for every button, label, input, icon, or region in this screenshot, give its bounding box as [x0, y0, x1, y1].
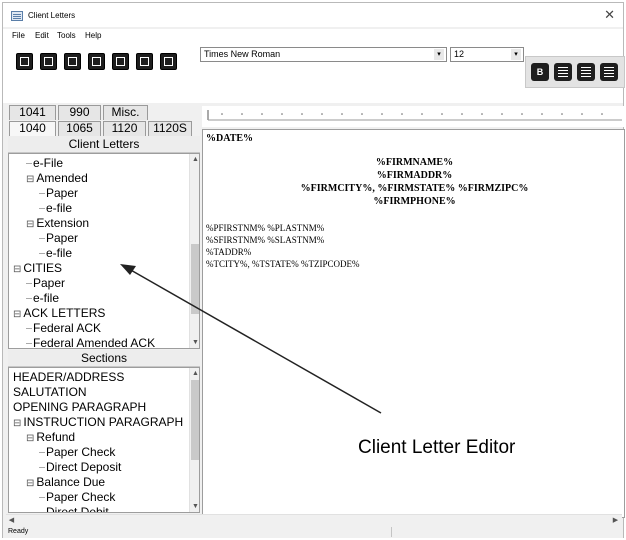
callout-arrow: [120, 264, 382, 414]
scroll-right-icon[interactable]: ▶: [610, 515, 621, 526]
status-bar: Ready: [3, 526, 623, 538]
horizontal-scrollbar[interactable]: ◀ ▶: [6, 514, 622, 526]
status-text: Ready: [8, 528, 29, 535]
scroll-left-icon[interactable]: ◀: [6, 515, 17, 526]
callout-label: Client Letter Editor: [358, 437, 516, 458]
app-window: Client Letters ✕ File Edit Tools Help Ti…: [2, 2, 625, 538]
status-divider: [391, 527, 392, 537]
